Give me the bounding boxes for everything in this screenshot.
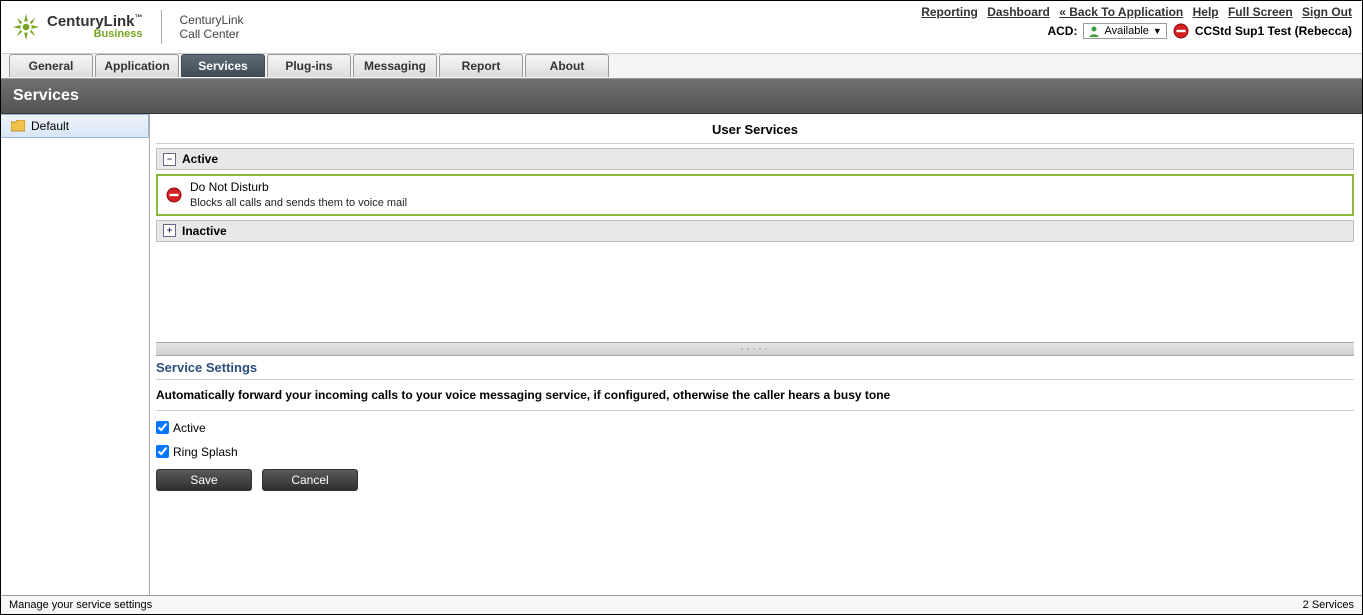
tab-report[interactable]: Report: [439, 54, 523, 77]
brand-tm: ™: [135, 13, 143, 22]
acd-row: ACD: Available ▼ CCStd Sup1 Test (Rebecc…: [915, 23, 1352, 39]
tab-services[interactable]: Services: [181, 54, 265, 77]
top-links: Reporting Dashboard « Back To Applicatio…: [915, 5, 1352, 19]
ring-splash-check-row: Ring Splash: [156, 445, 1354, 459]
status-left: Manage your service settings: [9, 599, 152, 611]
page-title-bar: Services: [1, 79, 1362, 114]
button-row: Save Cancel: [156, 469, 1354, 491]
panel-title: User Services: [156, 118, 1354, 144]
cancel-button[interactable]: Cancel: [262, 469, 358, 491]
ring-splash-checkbox[interactable]: [156, 445, 169, 458]
reporting-link[interactable]: Reporting: [921, 5, 978, 19]
tab-messaging[interactable]: Messaging: [353, 54, 437, 77]
do-not-disturb-icon: [166, 187, 182, 203]
status-bar: Manage your service settings 2 Services: [1, 595, 1362, 614]
status-right: 2 Services: [1303, 599, 1354, 611]
acd-status-text: Available: [1104, 25, 1148, 37]
service-desc: Blocks all calls and sends them to voice…: [190, 196, 407, 210]
app-line2: Call Center: [180, 27, 244, 41]
top-right: Reporting Dashboard « Back To Applicatio…: [915, 5, 1352, 39]
ring-splash-checkbox-label: Ring Splash: [173, 445, 238, 459]
tab-application[interactable]: Application: [95, 54, 179, 77]
app-line1: CenturyLink: [180, 13, 244, 27]
app-title: CenturyLink Call Center: [180, 13, 244, 42]
dnd-status-icon: [1173, 23, 1189, 39]
sidebar-item-label: Default: [31, 119, 69, 133]
collapse-icon: −: [163, 153, 176, 166]
settings-description: Automatically forward your incoming call…: [156, 380, 1354, 411]
group-active-header[interactable]: − Active: [156, 148, 1354, 170]
brand-name: CenturyLink™: [47, 14, 143, 29]
service-titles: Do Not Disturb Blocks all calls and send…: [190, 180, 407, 210]
settings-title: Service Settings: [156, 356, 1354, 380]
splitter[interactable]: [156, 342, 1354, 356]
content: User Services − Active Do Not Disturb Bl…: [150, 114, 1362, 601]
expand-icon: +: [163, 224, 176, 237]
tab-bar: General Application Services Plug-ins Me…: [1, 53, 1362, 79]
top-bar: CenturyLink™ Business CenturyLink Call C…: [1, 1, 1362, 53]
tab-general[interactable]: General: [9, 54, 93, 77]
back-to-app-link[interactable]: « Back To Application: [1059, 5, 1183, 19]
main-area: Default User Services − Active Do Not Di…: [1, 114, 1362, 601]
folder-icon: [11, 120, 25, 132]
page-title: Services: [13, 87, 79, 105]
user-icon: [1088, 25, 1100, 37]
service-do-not-disturb[interactable]: Do Not Disturb Blocks all calls and send…: [156, 174, 1354, 216]
group-active-label: Active: [182, 152, 218, 166]
tab-plugins[interactable]: Plug-ins: [267, 54, 351, 77]
full-screen-link[interactable]: Full Screen: [1228, 5, 1293, 19]
service-name: Do Not Disturb: [190, 180, 407, 196]
group-inactive-header[interactable]: + Inactive: [156, 220, 1354, 242]
logo-text: CenturyLink™ Business: [47, 14, 143, 40]
acd-status-select[interactable]: Available ▼: [1083, 23, 1166, 39]
active-check-row: Active: [156, 421, 1354, 435]
acd-label: ACD:: [1047, 24, 1077, 38]
group-inactive-label: Inactive: [182, 224, 227, 238]
active-checkbox-label: Active: [173, 421, 206, 435]
logo-block: CenturyLink™ Business CenturyLink Call C…: [11, 10, 244, 44]
brand-sub: Business: [47, 29, 143, 40]
centurylink-logo-icon: [11, 12, 41, 42]
save-button[interactable]: Save: [156, 469, 252, 491]
user-name: CCStd Sup1 Test (Rebecca): [1195, 24, 1352, 38]
sidebar-item-default[interactable]: Default: [1, 114, 149, 138]
dashboard-link[interactable]: Dashboard: [987, 5, 1050, 19]
logo-divider: [161, 10, 162, 44]
active-checkbox[interactable]: [156, 421, 169, 434]
help-link[interactable]: Help: [1193, 5, 1219, 19]
sign-out-link[interactable]: Sign Out: [1302, 5, 1352, 19]
sidebar: Default: [1, 114, 150, 601]
tab-about[interactable]: About: [525, 54, 609, 77]
chevron-down-icon: ▼: [1153, 26, 1162, 36]
